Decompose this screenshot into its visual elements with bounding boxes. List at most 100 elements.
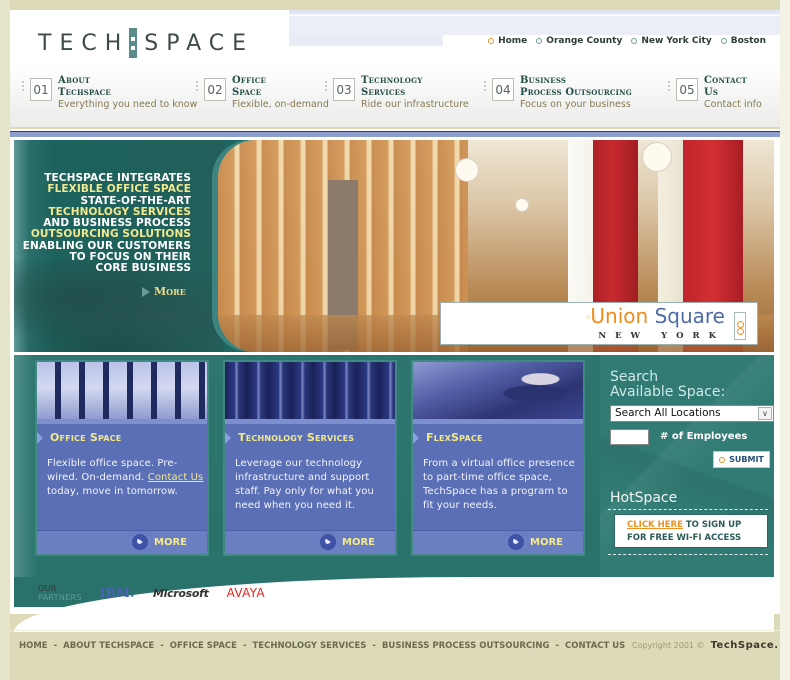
bullet-icon xyxy=(488,38,495,44)
footer-link-home[interactable]: HOME xyxy=(19,641,48,651)
hero-tagline: TECHSPACE INTEGRATES FLEXIBLE OFFICE SPA… xyxy=(23,172,191,275)
card-footer: MORE xyxy=(225,530,395,554)
footer-link-office-space[interactable]: OFFICE SPACE xyxy=(170,641,237,651)
nav-separator xyxy=(325,81,327,91)
footer-link-bpo[interactable]: BUSINESS PROCESS OUTSOURCING xyxy=(382,641,550,651)
footer-separator: - xyxy=(160,641,164,651)
location-select[interactable]: Search All Locations ∨ xyxy=(610,405,774,422)
footer-nav: HOME - ABOUT TECHSPACE - OFFICE SPACE - … xyxy=(19,641,625,651)
nav-number: 05 xyxy=(676,78,698,101)
card-footer: MORE xyxy=(413,530,583,554)
footer-separator: - xyxy=(242,641,247,651)
arrow-right-icon xyxy=(142,286,150,297)
search-title: Search Available Space: xyxy=(610,370,725,400)
nav-number: 04 xyxy=(492,78,514,101)
location-new-york-city[interactable]: New York City xyxy=(631,36,712,46)
hotspace-signup-box[interactable]: CLICK HERE TO SIGN UP FOR FREE WI-FI ACC… xyxy=(614,514,768,548)
conference-room-image xyxy=(37,362,207,419)
partners-bar: OUR PARTNERS IBM. Microsoft AVAYA xyxy=(38,584,265,602)
footer-link-technology-services[interactable]: TECHNOLOGY SERVICES xyxy=(253,641,367,651)
card-title[interactable]: Office Space xyxy=(50,431,121,444)
footer-brand: TechSpace. xyxy=(710,640,779,651)
nav-title-line2: Space xyxy=(232,87,262,98)
microsoft-logo[interactable]: Microsoft xyxy=(153,587,209,600)
card-title[interactable]: Technology Services xyxy=(238,431,354,444)
nav-separator xyxy=(196,81,198,91)
nav-item-about[interactable]: 01 About Techspace Everything you need t… xyxy=(22,75,197,111)
location-label: Home xyxy=(498,36,528,46)
nav-title-line2: Us xyxy=(704,87,719,98)
arrow-circle-icon xyxy=(132,534,149,550)
card-more-button[interactable]: MORE xyxy=(508,534,563,550)
submit-button[interactable]: SUBMIT xyxy=(713,451,770,468)
arrow-circle-icon xyxy=(508,534,525,550)
location-name: Union Square xyxy=(590,304,725,328)
card-title[interactable]: FlexSpace xyxy=(426,431,483,444)
nav-title-line1: Technology xyxy=(361,75,423,86)
card-body: From a virtual office presence to part-t… xyxy=(423,458,575,511)
page-container: TECH SPACE Home Orange County New York C… xyxy=(10,10,780,632)
nav-subtitle: Contact info xyxy=(704,99,762,110)
woman-at-laptop-image xyxy=(413,362,583,419)
employees-input[interactable] xyxy=(610,429,649,445)
footer-link-about[interactable]: ABOUT TECHSPACE xyxy=(63,641,154,651)
techspace-logo[interactable]: TECH SPACE xyxy=(38,28,254,58)
hero-more-link[interactable]: More xyxy=(142,285,186,298)
location-label: Orange County xyxy=(546,36,623,46)
nav-title-line1: Office xyxy=(232,75,267,86)
nav-item-office-space[interactable]: 02 Office Space Flexible, on-demand xyxy=(196,75,329,111)
search-panel: Search Available Space: Search All Locat… xyxy=(600,355,774,577)
more-label: MORE xyxy=(342,536,375,548)
location-boston[interactable]: Boston xyxy=(720,36,766,46)
ibm-logo[interactable]: IBM. xyxy=(100,586,135,600)
partners-label-line1: OUR xyxy=(38,584,57,593)
location-city: NEW YORK xyxy=(598,331,725,341)
card-office-space: Office Space Flexible office space. Pre-… xyxy=(35,360,209,556)
nav-title-line1: About xyxy=(58,75,91,86)
card-body: Flexible office space. Pre-wired. On-dem… xyxy=(47,457,205,499)
divider-blue xyxy=(10,131,780,137)
card-flexspace: FlexSpace From a virtual office presence… xyxy=(411,360,585,556)
card-more-button[interactable]: MORE xyxy=(132,534,187,550)
hero-line: CORE BUSINESS xyxy=(95,262,191,275)
arrow-right-icon xyxy=(413,432,419,444)
arrow-right-icon xyxy=(225,432,231,444)
more-label: MORE xyxy=(154,536,187,548)
footer-link-contact-us[interactable]: CONTACT US xyxy=(565,641,625,651)
main-nav: 01 About Techspace Everything you need t… xyxy=(10,65,780,127)
nav-title-line1: Business xyxy=(520,75,567,86)
click-here-link[interactable]: CLICK HERE xyxy=(627,520,683,530)
bullet-icon xyxy=(536,38,543,44)
photo-lamp xyxy=(515,198,529,212)
logo-text-left: TECH xyxy=(38,30,130,56)
nav-item-business-process-outsourcing[interactable]: 04 Business Process Outsourcing Focus on… xyxy=(484,75,632,111)
footer-separator: - xyxy=(555,641,559,651)
divider xyxy=(608,509,768,510)
location-name-part1: Union xyxy=(590,304,649,328)
header-band xyxy=(289,10,780,35)
union-square-badge[interactable]: ⁘⁘ Union Square NEW YORK xyxy=(440,302,758,345)
nav-title-line1: Contact xyxy=(704,75,747,86)
photo-lamp xyxy=(455,158,479,182)
avaya-logo[interactable]: AVAYA xyxy=(227,586,265,600)
location-home[interactable]: Home xyxy=(488,36,527,46)
hotspace-text-line2: FOR FREE WI-FI ACCESS xyxy=(627,533,742,543)
card-footer: MORE xyxy=(37,530,207,554)
employees-label: # of Employees xyxy=(660,431,748,442)
arrow-circle-icon xyxy=(320,534,337,550)
more-label: MORE xyxy=(530,536,563,548)
location-orange-county[interactable]: Orange County xyxy=(536,36,622,46)
nav-subtitle: Focus on your business xyxy=(520,99,631,110)
location-label: Boston xyxy=(730,36,766,46)
nav-item-contact-us[interactable]: 05 Contact Us Contact info xyxy=(668,75,762,111)
nav-item-technology-services[interactable]: 03 Technology Services Ride our infrastr… xyxy=(325,75,469,111)
chevron-down-icon[interactable]: ∨ xyxy=(758,407,772,420)
nav-title-line2: Services xyxy=(361,87,406,98)
partners-label-line2: PARTNERS xyxy=(38,593,82,602)
logo-text-right: SPACE xyxy=(144,30,254,56)
copyright-text: Copyright 2001 © xyxy=(632,641,705,650)
bullet-icon xyxy=(631,38,638,44)
card-more-button[interactable]: MORE xyxy=(320,534,375,550)
nav-title-line2: Process Outsourcing xyxy=(520,87,632,98)
contact-us-link[interactable]: Contact Us xyxy=(148,472,204,483)
